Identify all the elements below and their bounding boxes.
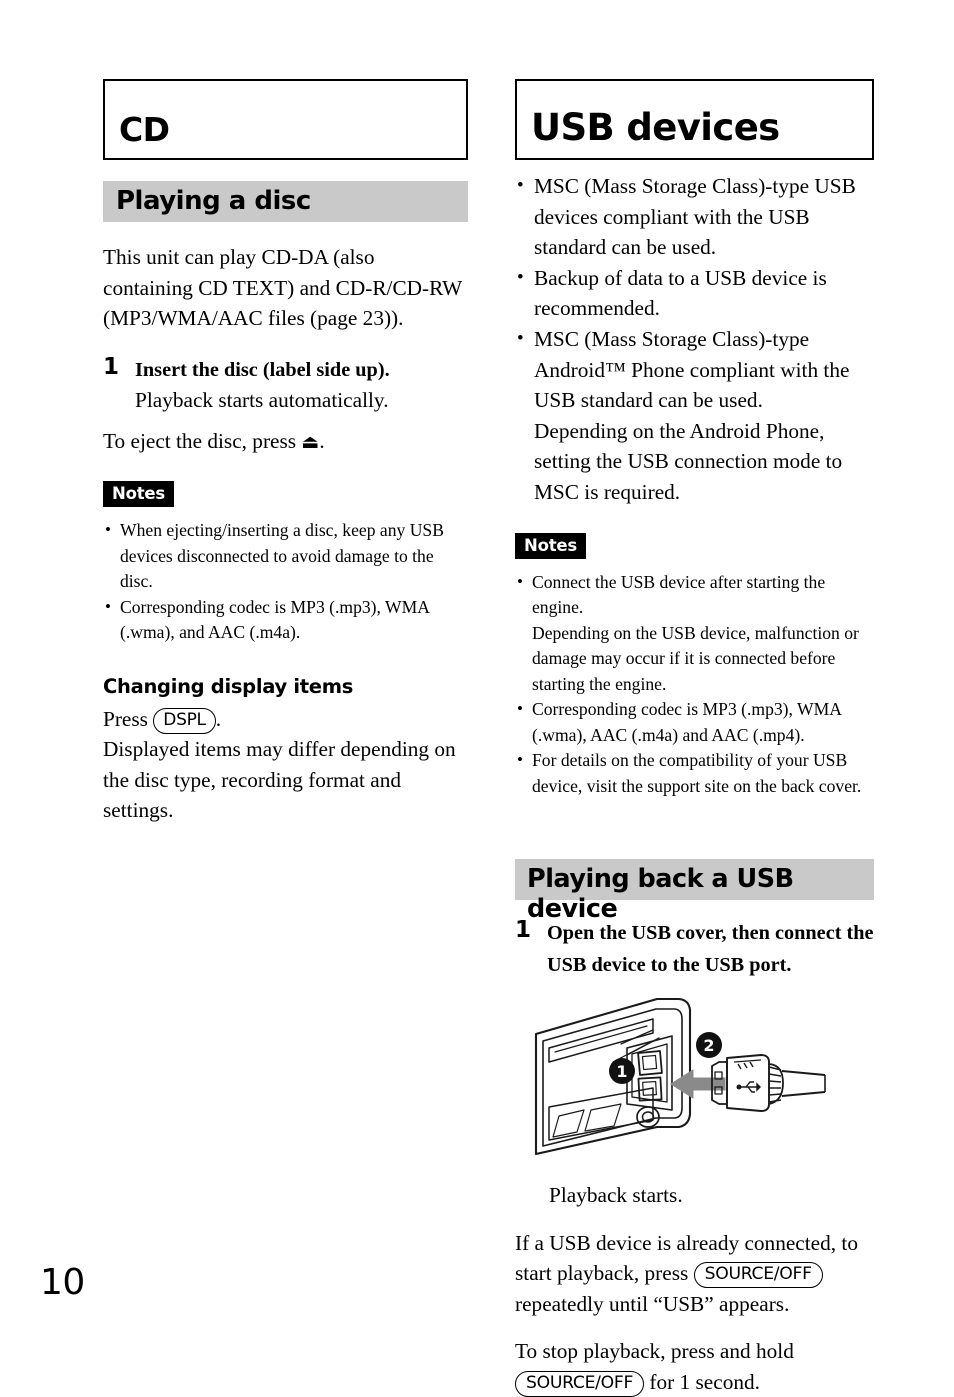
source-off-button-2[interactable]: SOURCE/OFF: [515, 1370, 645, 1397]
usb-stop-playback-paragraph: To stop playback, press and hold SOURCE/O…: [515, 1336, 874, 1397]
cd-notes-badge: Notes: [103, 481, 175, 507]
usb-playback-starts: Playback starts.: [549, 1183, 683, 1208]
usb-notes-block: Notes Connect the USB device after start…: [515, 532, 874, 800]
cd-eject-text-before: To eject the disc, press: [103, 428, 302, 453]
cd-eject-text-after: .: [319, 428, 325, 453]
chapter-title-usb-devices-label: USB devices: [531, 106, 780, 149]
android-bullet-sub: Depending on the Android Phone, setting …: [534, 418, 843, 504]
usb-illustration-wrapper: 1 2: [515, 992, 874, 1172]
page-number: 10: [40, 1262, 85, 1303]
usb-step-1: 1 Open the USB cover, then connect the U…: [515, 917, 874, 980]
note-connect-main: Connect the USB device after starting th…: [532, 571, 826, 618]
list-item: Connect the USB device after starting th…: [515, 569, 874, 698]
callout-1-label: 1: [616, 1062, 627, 1081]
callout-2-label: 2: [703, 1036, 714, 1055]
cd-subsection-title: Changing display items: [103, 674, 354, 698]
manual-page: CD Playing a disc This unit can play CD-…: [0, 0, 954, 1397]
list-item: MSC (Mass Storage Class)-type Android™ P…: [515, 324, 874, 508]
usb-connection-diagram-svg: 1 2: [534, 997, 826, 1156]
section-header-playing-back-usb: Playing back a USB device: [515, 859, 874, 924]
press-period: .: [215, 706, 222, 731]
usb-devices-bullet-list: MSC (Mass Storage Class)-type USB device…: [515, 171, 874, 508]
list-item: MSC (Mass Storage Class)-type USB device…: [515, 171, 874, 263]
dspl-button[interactable]: DSPL: [153, 707, 216, 734]
callout-badge-1: 1: [609, 1058, 635, 1085]
chapter-title-usb-devices: USB devices: [515, 79, 874, 160]
usb-logo-icon: [736, 1081, 761, 1093]
list-item: Backup of data to a USB device is recomm…: [515, 263, 874, 324]
cd-subsection-changing-display-items: Changing display items Press DSPL. Displ…: [103, 675, 468, 826]
usb-already-connected-paragraph: If a USB device is already connected, to…: [515, 1228, 874, 1320]
note-connect-sub: Depending on the USB device, malfunction…: [532, 622, 859, 694]
usb-notes-list: Connect the USB device after starting th…: [515, 569, 874, 800]
usb-connection-diagram: 1 2: [529, 992, 829, 1172]
usb-notes-badge: Notes: [515, 532, 587, 559]
press-label: Press: [103, 706, 154, 731]
usb-step-1-title: Open the USB cover, then connect the USB…: [547, 922, 874, 976]
cd-intro-paragraph: This unit can play CD-DA (also containin…: [103, 245, 462, 330]
android-bullet-main: MSC (Mass Storage Class)-type Android™ P…: [534, 326, 850, 413]
cd-step-1-body: Playback starts automatically.: [135, 388, 389, 412]
cd-eject-instruction: To eject the disc, press ⏏.: [103, 426, 468, 458]
stop-playback-text-after: for 1 second.: [644, 1369, 760, 1394]
list-item: When ejecting/inserting a disc, keep any…: [103, 517, 468, 595]
left-column: CD Playing a disc This unit can play CD-…: [103, 0, 468, 826]
cd-notes-list: When ejecting/inserting a disc, keep any…: [103, 517, 468, 646]
cd-display-note: Displayed items may differ depending on …: [103, 737, 456, 822]
eject-symbol-icon: ⏏: [301, 430, 320, 453]
list-item: Corresponding codec is MP3 (.mp3), WMA (…: [103, 594, 468, 646]
chapter-title-cd: CD: [103, 79, 468, 160]
list-item: Corresponding codec is MP3 (.mp3), WMA (…: [515, 696, 874, 748]
cd-step-1: 1 Insert the disc (label side up). Playb…: [103, 354, 468, 416]
section-header-playing-a-disc-label: Playing a disc: [116, 186, 311, 216]
right-column: USB devices MSC (Mass Storage Class)-typ…: [515, 0, 874, 1397]
list-item: For details on the compatibility of your…: [515, 747, 874, 799]
usb-step-1-number: 1: [515, 917, 532, 944]
chapter-title-cd-label: CD: [119, 110, 170, 149]
cd-press-dspl-line: Press DSPL.: [103, 704, 468, 735]
section-header-playing-a-disc: Playing a disc: [103, 181, 468, 222]
source-off-button[interactable]: SOURCE/OFF: [693, 1262, 823, 1289]
callout-badge-2: 2: [696, 1032, 722, 1059]
cd-notes-block: Notes When ejecting/inserting a disc, ke…: [103, 481, 468, 646]
already-connected-text-after: repeatedly until “USB” appears.: [515, 1291, 790, 1316]
cd-step-1-number: 1: [103, 353, 120, 380]
cd-step-1-title: Insert the disc (label side up).: [135, 358, 390, 381]
stop-playback-text-before: To stop playback, press and hold: [515, 1339, 794, 1364]
